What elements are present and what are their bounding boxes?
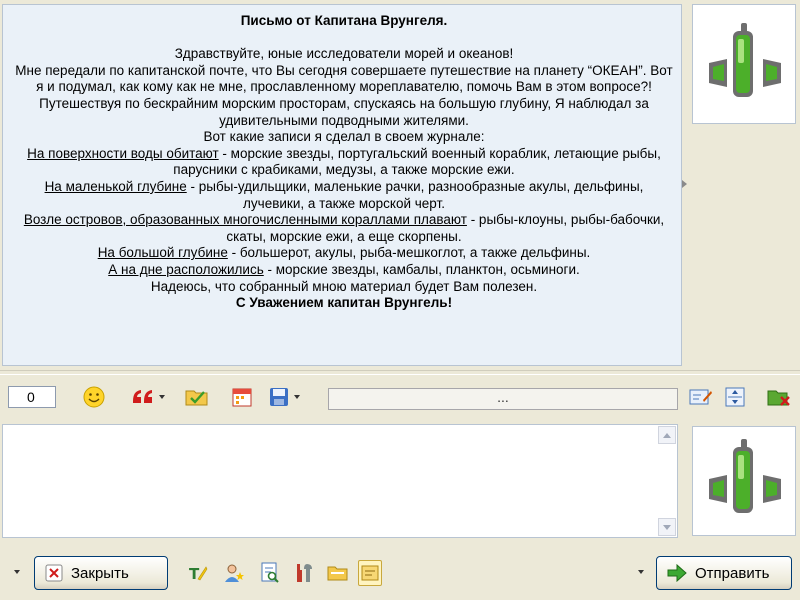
journal-entry: Возле островов, образованных многочислен… bbox=[13, 212, 675, 245]
entry-text: - большерот, акулы, рыба-мешкоглот, а та… bbox=[227, 245, 591, 261]
smiley-icon bbox=[83, 386, 105, 408]
message-history[interactable]: Письмо от Капитана Врунгеля. Здравствуйт… bbox=[2, 4, 682, 366]
save-disk-icon bbox=[270, 388, 288, 406]
close-button[interactable]: Закрыть bbox=[34, 556, 168, 590]
chevron-down-icon bbox=[14, 570, 20, 574]
letter-signature: С Уважением капитан Врунгель! bbox=[235, 295, 453, 311]
message-text: Письмо от Капитана Врунгеля. Здравствуйт… bbox=[13, 13, 675, 312]
calendar-button[interactable] bbox=[230, 384, 254, 410]
splitter-strip[interactable] bbox=[682, 4, 690, 366]
tools-icon bbox=[297, 564, 312, 582]
close-button-label: Закрыть bbox=[71, 564, 129, 582]
scroll-down-button[interactable] bbox=[658, 518, 676, 536]
input-scrollbar[interactable] bbox=[658, 426, 676, 536]
letter-paragraph: Путешествуя по бескрайним морским просто… bbox=[39, 95, 649, 128]
entry-text: - морские звезды, камбалы, планктон, ось… bbox=[263, 261, 580, 277]
contacts-button[interactable] bbox=[222, 560, 246, 586]
font-pencil-icon: T bbox=[189, 565, 208, 583]
entry-label: На поверхности воды обитают bbox=[27, 145, 219, 161]
arrow-right-icon bbox=[667, 564, 687, 582]
quote-icon bbox=[133, 390, 152, 403]
close-folder-icon bbox=[767, 390, 790, 406]
contact-info-button[interactable] bbox=[358, 560, 382, 586]
collapse-arrow-icon[interactable] bbox=[682, 180, 687, 188]
close-folder-button[interactable] bbox=[766, 384, 792, 410]
entry-label: Возле островов, образованных многочислен… bbox=[23, 212, 467, 228]
user-star-icon bbox=[225, 564, 244, 582]
contact-card-icon bbox=[361, 565, 379, 581]
scroll-up-button[interactable] bbox=[658, 426, 676, 444]
split-view-button[interactable] bbox=[722, 384, 748, 410]
status-field: ... bbox=[328, 388, 678, 410]
files-button[interactable] bbox=[184, 384, 210, 410]
mobile-agent-logo-icon bbox=[709, 439, 781, 513]
journal-entry: А на дне расположились - морские звезды,… bbox=[13, 262, 675, 279]
split-view-icon bbox=[725, 387, 745, 407]
svg-text:T: T bbox=[189, 565, 200, 583]
chevron-down-icon bbox=[638, 570, 644, 574]
entry-label: На маленькой глубине bbox=[44, 178, 187, 194]
chevron-down-icon[interactable] bbox=[159, 395, 165, 399]
bottom-bar: Закрыть T Отправить bbox=[0, 546, 800, 600]
entry-label: На большой глубине bbox=[97, 245, 228, 261]
message-input[interactable] bbox=[3, 425, 677, 537]
settings-button[interactable] bbox=[292, 560, 316, 586]
folder-button[interactable] bbox=[326, 560, 350, 586]
chevron-down-icon[interactable] bbox=[294, 395, 300, 399]
close-icon bbox=[45, 564, 63, 582]
toolbar: 0 ... bbox=[0, 376, 800, 420]
folder-icon bbox=[327, 566, 348, 581]
edit-card-button[interactable] bbox=[688, 384, 714, 410]
edit-card-icon bbox=[689, 389, 712, 405]
message-input-area[interactable] bbox=[2, 424, 678, 538]
history-button[interactable] bbox=[258, 560, 282, 586]
journal-entry: На маленькой глубине - рыбы-удильщики, м… bbox=[13, 179, 675, 212]
letter-paragraph: Мне передали по капитанской почте, что В… bbox=[15, 62, 673, 95]
character-counter: 0 bbox=[8, 386, 56, 408]
save-button[interactable] bbox=[262, 384, 306, 410]
entry-text: - рыбы-удильщики, маленькие рачки, разно… bbox=[186, 178, 644, 211]
folder-check-icon bbox=[185, 390, 208, 406]
arrow-down-icon bbox=[663, 524, 671, 530]
calendar-icon bbox=[232, 388, 252, 407]
journal-entry: На большой глубине - большерот, акулы, р… bbox=[13, 245, 675, 262]
document-search-icon bbox=[261, 562, 279, 583]
send-button[interactable]: Отправить bbox=[656, 556, 792, 590]
send-options-button[interactable] bbox=[634, 558, 648, 586]
contact-avatar[interactable] bbox=[692, 4, 796, 124]
journal-entry: На поверхности воды обитают - морские зв… bbox=[13, 146, 675, 179]
letter-title: Письмо от Капитана Врунгеля. bbox=[240, 13, 448, 28]
entry-text: - морские звезды, португальский военный … bbox=[173, 145, 661, 178]
formatting-button[interactable]: T bbox=[186, 560, 210, 586]
quote-button[interactable] bbox=[128, 384, 168, 410]
toolbar-divider bbox=[0, 370, 800, 375]
arrow-up-icon bbox=[663, 432, 671, 438]
smiley-button[interactable] bbox=[82, 384, 106, 410]
send-button-label: Отправить bbox=[695, 564, 770, 582]
menu-dropdown-button[interactable] bbox=[10, 558, 24, 586]
own-avatar[interactable] bbox=[692, 426, 796, 536]
mobile-agent-logo-icon bbox=[709, 23, 781, 97]
letter-closing: Надеюсь, что собранный мною материал буд… bbox=[150, 278, 538, 294]
letter-paragraph: Вот какие записи я сделал в своем журнал… bbox=[203, 129, 485, 145]
letter-greeting: Здравствуйте, юные исследователи морей и… bbox=[174, 46, 514, 62]
entry-label: А на дне расположились bbox=[108, 261, 264, 277]
